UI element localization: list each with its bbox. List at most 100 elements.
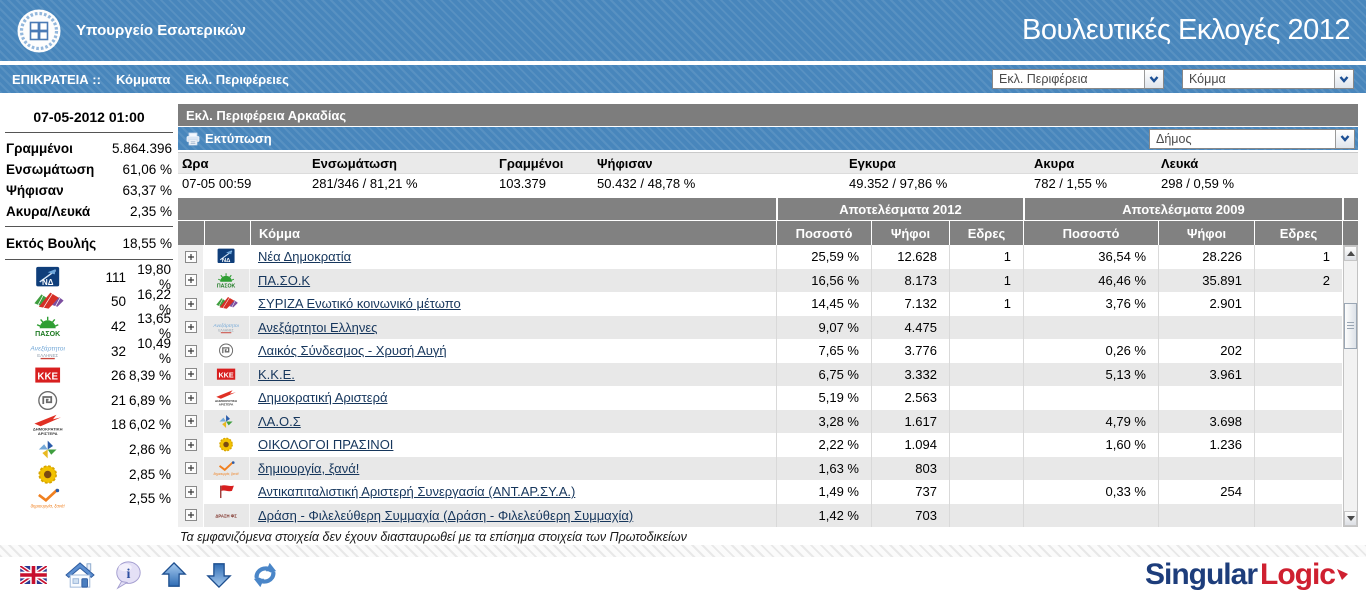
summary-value: 07-05 00:59 xyxy=(182,176,252,191)
seats-2009-cell xyxy=(1254,386,1342,410)
results-row: ΚΚΕ Κ.Κ.Ε. 6,75 % 3.332 5,13 % 3.961 xyxy=(178,362,1358,387)
chevron-down-icon[interactable] xyxy=(1335,129,1354,148)
scroll-down-button[interactable] xyxy=(1344,511,1357,526)
footer-stripe-band xyxy=(0,545,1366,557)
results-table: Αποτελέσματα 2012 Αποτελέσματα 2009 Κόμμ… xyxy=(178,198,1358,527)
party-logo-xa-icon xyxy=(204,339,250,363)
expand-button[interactable] xyxy=(178,339,204,363)
pct-2009-cell: 4,79 % xyxy=(1023,409,1158,433)
svg-text:ΑΡΙΣΤΕΡΑ: ΑΡΙΣΤΕΡΑ xyxy=(38,431,58,436)
seats-2012-cell xyxy=(949,456,1023,480)
party-logo-oikologoi-icon xyxy=(204,433,250,457)
sidebar-party-row: δημιουργία, ξανά! 2,55 % xyxy=(0,486,178,511)
party-link[interactable]: ΠΑ.ΣΟ.Κ xyxy=(250,273,310,288)
expand-button[interactable] xyxy=(178,315,204,339)
expand-button[interactable] xyxy=(178,456,204,480)
chevron-down-icon[interactable] xyxy=(1334,70,1353,88)
party-link[interactable]: Ανεξάρτητοι Ελληνες xyxy=(250,320,377,335)
results-rows: ΝΔ Νέα Δημοκρατία 25,59 % 12.628 1 36,54 % 28.… xyxy=(178,245,1358,527)
expand-button[interactable] xyxy=(178,268,204,292)
arrow-up-icon[interactable] xyxy=(160,561,188,589)
summary-value: 782 / 1,55 % xyxy=(1034,176,1107,191)
greek-emblem-icon xyxy=(16,8,62,54)
party-link[interactable]: ΟΙΚΟΛΟΓΟΙ ΠΡΑΣΙΝΟΙ xyxy=(250,437,393,452)
expand-button[interactable] xyxy=(178,503,204,527)
party-link[interactable]: Δημοκρατική Αριστερά xyxy=(250,390,388,405)
scroll-up-button[interactable] xyxy=(1344,246,1357,261)
party-link[interactable]: Λαικός Σύνδεσμος - Χρυσή Αυγή xyxy=(250,343,447,358)
svg-text:ΚΚΕ: ΚΚΕ xyxy=(38,372,59,383)
summary-header: Ωρα xyxy=(182,155,209,171)
chevron-down-icon[interactable] xyxy=(1144,70,1163,88)
expand-button[interactable] xyxy=(178,480,204,504)
seats-2009-cell xyxy=(1254,433,1342,457)
scrollbar-track[interactable] xyxy=(1344,261,1357,511)
sidebar-party-row: ΔΗΜΟΚΡΑΤΙΚΗ ΑΡΙΣΤΕΡΑ 18 6,02 % xyxy=(0,413,178,438)
expand-button[interactable] xyxy=(178,433,204,457)
results-row: ΠΑΣΟΚ ΠΑ.ΣΟ.Κ 16,56 % 8.173 1 46,46 % 35.891 2 xyxy=(178,268,1358,292)
votes-2012-cell: 3.776 xyxy=(871,339,949,363)
expand-button[interactable] xyxy=(178,245,204,269)
party-link[interactable]: Δράση - Φιλελεύθερη Συμμαχία (Δράση - Φι… xyxy=(250,508,633,523)
nav-territory[interactable]: ΕΠΙΚΡΑΤΕΙΑ :: xyxy=(12,72,101,87)
party-seats: 42 xyxy=(110,318,126,334)
scrollbar-thumb[interactable] xyxy=(1344,303,1357,349)
party-cell: Κ.Κ.Ε. xyxy=(250,363,776,387)
sidebar-party-row: 2,86 % xyxy=(0,437,178,462)
seats-2009-cell: 2 xyxy=(1254,268,1342,292)
party-cell: Λαικός Σύνδεσμος - Χρυσή Αυγή xyxy=(250,339,776,363)
results-row: ΛΑ.Ο.Σ 3,28 % 1.617 4,79 % 3.698 xyxy=(178,409,1358,434)
stat-value: 2,35 % xyxy=(129,204,172,219)
svg-text:ΝΔ: ΝΔ xyxy=(222,258,230,264)
party-logo-nd-icon: ΝΔ xyxy=(0,266,96,289)
nav-districts[interactable]: Εκλ. Περιφέρειες xyxy=(185,72,289,87)
info-icon[interactable]: i xyxy=(113,560,143,590)
party-link[interactable]: Κ.Κ.Ε. xyxy=(250,367,295,382)
party-link[interactable]: δημιουργία, ξανά! xyxy=(250,461,359,476)
app-header: Υπουργείο Εσωτερικών Βουλευτικές Εκλογές… xyxy=(0,0,1366,61)
votes-2012-cell: 4.475 xyxy=(871,315,949,339)
summary-header: Λευκά xyxy=(1161,155,1199,171)
footer-icon-bar: i xyxy=(20,560,280,590)
content-region: 07-05-2012 01:00 Γραμμένοι 5.864.396 Ενσωμ… xyxy=(0,97,1366,545)
pct-2009-cell: 3,76 % xyxy=(1023,292,1158,316)
results-row: Λαικός Σύνδεσμος - Χρυσή Αυγή 7,65 % 3.776… xyxy=(178,339,1358,363)
expand-button[interactable] xyxy=(178,362,204,386)
svg-text:ΠΑΣΟΚ: ΠΑΣΟΚ xyxy=(35,331,61,338)
seats-2009-cell xyxy=(1254,456,1342,480)
party-dropdown[interactable]: Κόμμα xyxy=(1182,69,1354,89)
district-dropdown[interactable]: Εκλ. Περιφέρεια xyxy=(992,69,1164,89)
party-cell: Δράση - Φιλελεύθερη Συμμαχία (Δράση - Φι… xyxy=(250,504,776,528)
svg-text:ΚΚΕ: ΚΚΕ xyxy=(219,371,234,379)
expand-button[interactable] xyxy=(178,292,204,316)
results-row: ΣΥΡΙΖΑ Ενωτικό κοινωνικό μέτωπο 14,45 % 7.… xyxy=(178,292,1358,316)
nav-bar: ΕΠΙΚΡΑΤΕΙΑ :: Κόμματα Εκλ. Περιφέρειες Ε… xyxy=(0,65,1366,93)
refresh-icon[interactable] xyxy=(250,561,280,589)
expand-button[interactable] xyxy=(178,409,204,433)
arrow-down-icon[interactable] xyxy=(205,561,233,589)
pct-2012-cell: 2,22 % xyxy=(776,433,871,457)
table-scrollbar[interactable] xyxy=(1343,245,1358,527)
party-link[interactable]: ΛΑ.Ο.Σ xyxy=(250,414,301,429)
expand-button[interactable] xyxy=(178,386,204,410)
party-logo-xa-icon xyxy=(0,389,96,412)
uk-flag-icon[interactable] xyxy=(20,565,47,584)
summary-header: Ακυρα xyxy=(1034,155,1075,171)
party-logo-nd-icon: ΝΔ xyxy=(204,245,250,269)
nav-parties[interactable]: Κόμματα xyxy=(116,72,170,87)
municipality-dropdown[interactable]: Δήμος xyxy=(1149,128,1355,149)
svg-text:ΠΑΣΟΚ: ΠΑΣΟΚ xyxy=(217,283,236,288)
votes-2009-cell: 2.901 xyxy=(1158,292,1254,316)
print-button[interactable]: Εκτύπωση xyxy=(205,131,272,146)
logo-column-header xyxy=(204,221,250,245)
party-logo-oikologoi-icon xyxy=(0,463,96,486)
party-link[interactable]: ΣΥΡΙΖΑ Ενωτικό κοινωνικό μέτωπο xyxy=(250,296,461,311)
party-link[interactable]: Νέα Δημοκρατία xyxy=(250,249,351,264)
seats-2012-cell xyxy=(949,315,1023,339)
disclaimer-note: Τα εμφανιζόμενα στοιχεία δεν έχουν διαστ… xyxy=(180,530,687,544)
votes-2012-cell: 3.332 xyxy=(871,362,949,386)
party-cell: ΛΑ.Ο.Σ xyxy=(250,410,776,434)
home-icon[interactable] xyxy=(64,561,96,589)
party-link[interactable]: Αντικαπιταλιστική Αριστερή Συνεργασία (Α… xyxy=(250,484,575,499)
party-percent: 2,85 % xyxy=(128,466,171,482)
